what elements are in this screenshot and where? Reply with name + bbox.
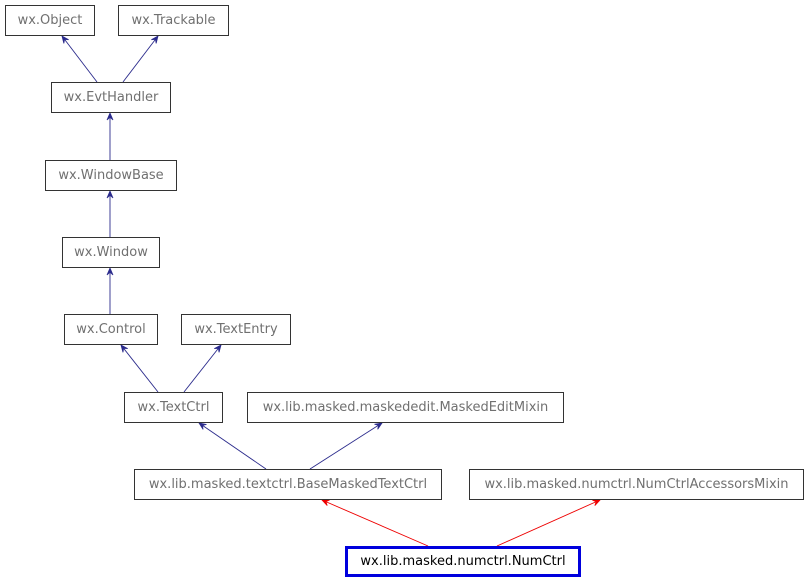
arrowhead-maskededitmixin	[374, 422, 383, 430]
node-num-ctrl-accessors-mixin[interactable]: wx.lib.masked.numctrl.NumCtrlAccessorsMi…	[469, 469, 804, 500]
arrowhead-textentry	[214, 344, 222, 353]
node-base-masked-text-ctrl[interactable]: wx.lib.masked.textctrl.BaseMaskedTextCtr…	[134, 469, 442, 500]
node-wx-window[interactable]: wx.Window	[62, 237, 160, 268]
edge-numctrl-to-numctrlaccessorsmixin	[496, 499, 601, 547]
node-wx-trackable[interactable]: wx.Trackable	[118, 5, 229, 36]
edge-textctrl-to-textentry	[183, 344, 222, 393]
node-wx-object[interactable]: wx.Object	[5, 5, 95, 36]
edge-evthandler-to-object	[61, 35, 98, 83]
node-num-ctrl-focus[interactable]: wx.lib.masked.numctrl.NumCtrl	[345, 546, 581, 577]
node-wx-windowbase[interactable]: wx.WindowBase	[45, 160, 177, 191]
edge-numctrl-to-basemaskedtextctrl	[321, 499, 429, 547]
edge-basemaskedtextctrl-to-textctrl	[198, 422, 267, 470]
edge-textctrl-to-control	[120, 344, 159, 393]
arrowhead-object	[61, 35, 69, 44]
node-wx-evthandler[interactable]: wx.EvtHandler	[51, 82, 171, 113]
arrowhead-textctrl	[198, 422, 207, 430]
edge-basemaskedtextctrl-to-maskededitmixin	[309, 422, 383, 470]
arrowhead-trackable	[151, 35, 159, 44]
node-wx-textentry[interactable]: wx.TextEntry	[181, 314, 291, 345]
node-wx-control[interactable]: wx.Control	[64, 314, 158, 345]
node-wx-textctrl[interactable]: wx.TextCtrl	[124, 392, 223, 423]
edge-evthandler-to-trackable	[122, 35, 159, 83]
arrowhead-control	[120, 344, 128, 353]
node-masked-edit-mixin[interactable]: wx.lib.masked.maskededit.MaskedEditMixin	[247, 392, 564, 423]
